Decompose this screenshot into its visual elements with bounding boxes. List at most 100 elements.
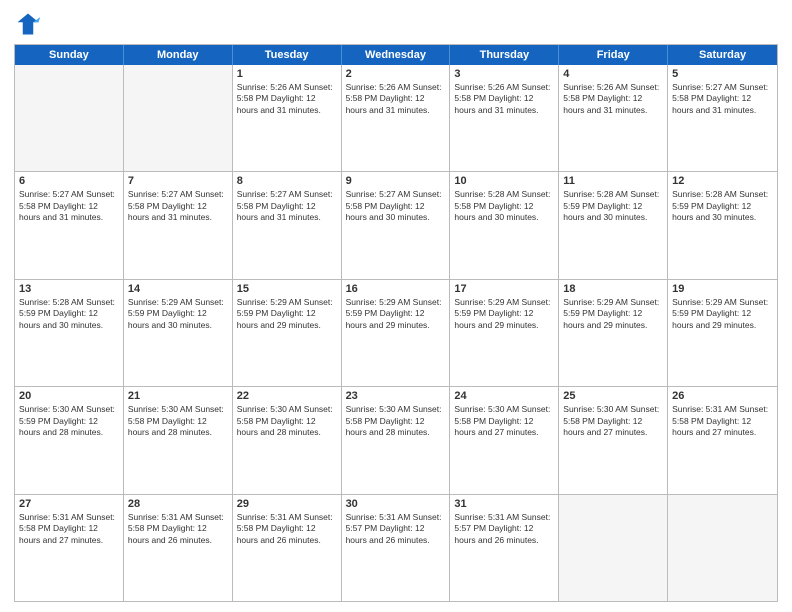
calendar-row-2: 6 Sunrise: 5:27 AM Sunset: 5:58 PM Daylig… <box>15 171 777 278</box>
day-number: 31 <box>454 498 554 510</box>
day-info: Sunrise: 5:30 AM Sunset: 5:58 PM Dayligh… <box>346 404 446 438</box>
day-info: Sunrise: 5:27 AM Sunset: 5:58 PM Dayligh… <box>19 189 119 223</box>
day-info: Sunrise: 5:26 AM Sunset: 5:58 PM Dayligh… <box>346 82 446 116</box>
day-cell-14: 14Sunrise: 5:29 AM Sunset: 5:59 PM Dayli… <box>124 280 233 386</box>
day-cell-11: 11 Sunrise: 5:28 AM Sunset: 5:59 PM Dayli… <box>559 172 668 278</box>
day-info: Sunrise: 5:29 AM Sunset: 5:59 PM Dayligh… <box>563 297 663 331</box>
day-number: 14 <box>128 283 228 295</box>
day-number: 27 <box>19 498 119 510</box>
day-cell-24: 24Sunrise: 5:30 AM Sunset: 5:58 PM Dayli… <box>450 387 559 493</box>
day-info: Sunrise: 5:31 AM Sunset: 5:58 PM Dayligh… <box>19 512 119 546</box>
day-info: Sunrise: 5:28 AM Sunset: 5:59 PM Dayligh… <box>19 297 119 331</box>
day-cell-4: 4Sunrise: 5:26 AM Sunset: 5:58 PM Daylig… <box>559 65 668 171</box>
day-info: Sunrise: 5:29 AM Sunset: 5:59 PM Dayligh… <box>237 297 337 331</box>
day-cell-7: 7 Sunrise: 5:27 AM Sunset: 5:58 PM Daylig… <box>124 172 233 278</box>
day-info: Sunrise: 5:27 AM Sunset: 5:58 PM Dayligh… <box>672 82 773 116</box>
page: SundayMondayTuesdayWednesdayThursdayFrid… <box>0 0 792 612</box>
day-number: 6 <box>19 175 119 187</box>
day-info: Sunrise: 5:30 AM Sunset: 5:58 PM Dayligh… <box>128 404 228 438</box>
day-number: 9 <box>346 175 446 187</box>
day-cell-25: 25 Sunrise: 5:30 AM Sunset: 5:58 PM Dayli… <box>559 387 668 493</box>
day-cell-20: 20 Sunrise: 5:30 AM Sunset: 5:59 PM Dayli… <box>15 387 124 493</box>
header-day-sunday: Sunday <box>15 45 124 65</box>
day-cell-16: 16Sunrise: 5:29 AM Sunset: 5:59 PM Dayli… <box>342 280 451 386</box>
header-day-thursday: Thursday <box>450 45 559 65</box>
day-cell-17: 17 Sunrise: 5:29 AM Sunset: 5:59 PM Dayli… <box>450 280 559 386</box>
day-info: Sunrise: 5:30 AM Sunset: 5:58 PM Dayligh… <box>454 404 554 438</box>
day-number: 11 <box>563 175 663 187</box>
day-cell-1: 1 Sunrise: 5:26 AM Sunset: 5:58 PM Daylig… <box>233 65 342 171</box>
day-cell-5: 5 Sunrise: 5:27 AM Sunset: 5:58 PM Daylig… <box>668 65 777 171</box>
calendar-row-1: 1 Sunrise: 5:26 AM Sunset: 5:58 PM Daylig… <box>15 65 777 171</box>
day-info: Sunrise: 5:29 AM Sunset: 5:59 PM Dayligh… <box>672 297 773 331</box>
day-info: Sunrise: 5:30 AM Sunset: 5:59 PM Dayligh… <box>19 404 119 438</box>
day-info: Sunrise: 5:31 AM Sunset: 5:58 PM Dayligh… <box>237 512 337 546</box>
day-cell-3: 3Sunrise: 5:26 AM Sunset: 5:58 PM Daylig… <box>450 65 559 171</box>
day-number: 3 <box>454 68 554 80</box>
day-info: Sunrise: 5:27 AM Sunset: 5:58 PM Dayligh… <box>346 189 446 223</box>
day-number: 21 <box>128 390 228 402</box>
header-day-tuesday: Tuesday <box>233 45 342 65</box>
day-cell-27: 27 Sunrise: 5:31 AM Sunset: 5:58 PM Dayli… <box>15 495 124 601</box>
day-number: 2 <box>346 68 446 80</box>
day-number: 19 <box>672 283 773 295</box>
day-number: 10 <box>454 175 554 187</box>
day-cell-21: 21 Sunrise: 5:30 AM Sunset: 5:58 PM Dayli… <box>124 387 233 493</box>
day-cell-8: 8 Sunrise: 5:27 AM Sunset: 5:58 PM Daylig… <box>233 172 342 278</box>
header-day-saturday: Saturday <box>668 45 777 65</box>
day-number: 17 <box>454 283 554 295</box>
day-info: Sunrise: 5:28 AM Sunset: 5:58 PM Dayligh… <box>454 189 554 223</box>
calendar-row-5: 27 Sunrise: 5:31 AM Sunset: 5:58 PM Dayli… <box>15 494 777 601</box>
day-info: Sunrise: 5:27 AM Sunset: 5:58 PM Dayligh… <box>237 189 337 223</box>
day-number: 23 <box>346 390 446 402</box>
day-info: Sunrise: 5:31 AM Sunset: 5:57 PM Dayligh… <box>346 512 446 546</box>
day-number: 26 <box>672 390 773 402</box>
day-info: Sunrise: 5:30 AM Sunset: 5:58 PM Dayligh… <box>237 404 337 438</box>
day-info: Sunrise: 5:26 AM Sunset: 5:58 PM Dayligh… <box>237 82 337 116</box>
day-info: Sunrise: 5:30 AM Sunset: 5:58 PM Dayligh… <box>563 404 663 438</box>
day-cell-19: 19 Sunrise: 5:29 AM Sunset: 5:59 PM Dayli… <box>668 280 777 386</box>
day-info: Sunrise: 5:29 AM Sunset: 5:59 PM Dayligh… <box>346 297 446 331</box>
day-info: Sunrise: 5:31 AM Sunset: 5:58 PM Dayligh… <box>128 512 228 546</box>
header-day-friday: Friday <box>559 45 668 65</box>
day-number: 12 <box>672 175 773 187</box>
day-number: 1 <box>237 68 337 80</box>
day-number: 18 <box>563 283 663 295</box>
day-number: 29 <box>237 498 337 510</box>
day-info: Sunrise: 5:28 AM Sunset: 5:59 PM Dayligh… <box>672 189 773 223</box>
day-cell-26: 26 Sunrise: 5:31 AM Sunset: 5:58 PM Dayli… <box>668 387 777 493</box>
day-info: Sunrise: 5:28 AM Sunset: 5:59 PM Dayligh… <box>563 189 663 223</box>
day-number: 20 <box>19 390 119 402</box>
day-number: 25 <box>563 390 663 402</box>
day-number: 5 <box>672 68 773 80</box>
header <box>14 10 778 38</box>
day-cell-31: 31 Sunrise: 5:31 AM Sunset: 5:57 PM Dayli… <box>450 495 559 601</box>
day-info: Sunrise: 5:27 AM Sunset: 5:58 PM Dayligh… <box>128 189 228 223</box>
day-cell-23: 23 Sunrise: 5:30 AM Sunset: 5:58 PM Dayli… <box>342 387 451 493</box>
day-number: 30 <box>346 498 446 510</box>
day-number: 13 <box>19 283 119 295</box>
day-cell-28: 28 Sunrise: 5:31 AM Sunset: 5:58 PM Dayli… <box>124 495 233 601</box>
logo-icon <box>14 10 42 38</box>
day-cell-22: 22Sunrise: 5:30 AM Sunset: 5:58 PM Dayli… <box>233 387 342 493</box>
day-cell-13: 13 Sunrise: 5:28 AM Sunset: 5:59 PM Dayli… <box>15 280 124 386</box>
header-day-wednesday: Wednesday <box>342 45 451 65</box>
day-number: 7 <box>128 175 228 187</box>
day-cell-29: 29 Sunrise: 5:31 AM Sunset: 5:58 PM Dayli… <box>233 495 342 601</box>
day-cell-2: 2 Sunrise: 5:26 AM Sunset: 5:58 PM Daylig… <box>342 65 451 171</box>
day-cell-9: 9 Sunrise: 5:27 AM Sunset: 5:58 PM Daylig… <box>342 172 451 278</box>
empty-cell <box>124 65 233 171</box>
day-number: 28 <box>128 498 228 510</box>
calendar: SundayMondayTuesdayWednesdayThursdayFrid… <box>14 44 778 602</box>
calendar-header: SundayMondayTuesdayWednesdayThursdayFrid… <box>15 45 777 65</box>
day-number: 8 <box>237 175 337 187</box>
day-cell-30: 30 Sunrise: 5:31 AM Sunset: 5:57 PM Dayli… <box>342 495 451 601</box>
day-cell-15: 15Sunrise: 5:29 AM Sunset: 5:59 PM Dayli… <box>233 280 342 386</box>
empty-cell <box>559 495 668 601</box>
day-info: Sunrise: 5:31 AM Sunset: 5:57 PM Dayligh… <box>454 512 554 546</box>
calendar-row-4: 20 Sunrise: 5:30 AM Sunset: 5:59 PM Dayli… <box>15 386 777 493</box>
day-info: Sunrise: 5:31 AM Sunset: 5:58 PM Dayligh… <box>672 404 773 438</box>
calendar-body: 1 Sunrise: 5:26 AM Sunset: 5:58 PM Daylig… <box>15 65 777 601</box>
calendar-row-3: 13 Sunrise: 5:28 AM Sunset: 5:59 PM Dayli… <box>15 279 777 386</box>
day-info: Sunrise: 5:29 AM Sunset: 5:59 PM Dayligh… <box>454 297 554 331</box>
